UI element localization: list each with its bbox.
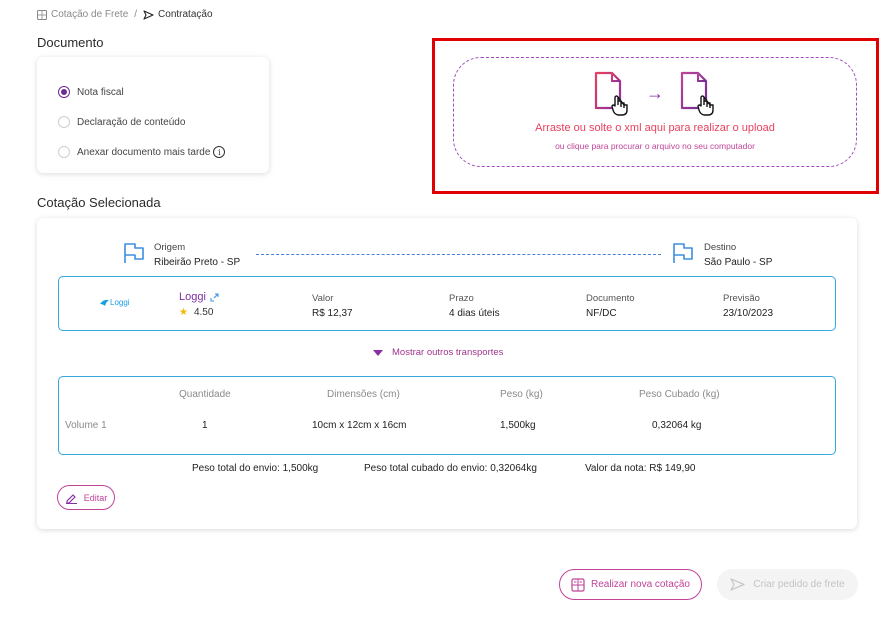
route-destination: Destino São Paulo - SP: [704, 240, 772, 270]
document-type-card: Nota fiscal Declaração de conteúdo Anexa…: [37, 57, 269, 173]
radio-button[interactable]: [58, 116, 70, 128]
send-icon: [730, 578, 746, 591]
star-icon: ★: [179, 307, 188, 318]
destination-flag-icon: [673, 243, 693, 263]
calculator-icon: [37, 9, 47, 20]
expand-icon[interactable]: [210, 293, 219, 302]
radio-label: Anexar documento mais tarde: [77, 146, 211, 158]
carrier-rating: ★ 4.50: [179, 307, 213, 318]
info-icon[interactable]: i: [213, 146, 226, 158]
destination-label: Destino: [704, 242, 737, 253]
volume-dimensions: 10cm x 12cm x 16cm: [312, 420, 407, 431]
new-quote-button[interactable]: Realizar nova cotação: [559, 569, 702, 600]
column-header: Valor: [312, 293, 334, 304]
carrier-name-text: Loggi: [179, 291, 206, 303]
breadcrumb: Cotação de Frete / Contratação: [37, 9, 213, 20]
origin-city: Ribeirão Preto - SP: [154, 257, 241, 268]
loggi-logo-mark: [100, 299, 109, 306]
document-drop-icon: [680, 71, 714, 116]
document-section-title: Documento: [37, 35, 104, 50]
volume-cubed-weight: 0,32064 kg: [652, 420, 702, 431]
carrier-document-column: Documento NF/DC: [586, 291, 635, 321]
radio-button[interactable]: [58, 146, 70, 158]
total-cubed-weight: Peso total cubado do envio: 0,32064kg: [364, 463, 537, 474]
breadcrumb-item-contratacao: Contratação: [143, 9, 213, 20]
total-weight: Peso total do envio: 1,500kg: [192, 463, 319, 474]
volume-weight: 1,500kg: [500, 420, 536, 431]
edit-button[interactable]: Editar: [57, 485, 115, 510]
logo-text: Loggi: [110, 298, 130, 307]
breadcrumb-label: Contratação: [158, 9, 213, 20]
quote-section-title: Cotação Selecionada: [37, 195, 161, 210]
toggle-label: Mostrar outros transportes: [392, 347, 504, 358]
rating-value: 4.50: [193, 307, 214, 318]
carrier-name[interactable]: Loggi: [179, 291, 219, 303]
selected-quote-card: Origem Ribeirão Preto - SP Destino São P…: [37, 218, 857, 529]
radio-label: Nota fiscal: [77, 86, 124, 98]
carrier-value-column: Valor R$ 12,37: [312, 291, 353, 321]
origin-label: Origem: [154, 242, 186, 253]
loggi-logo: Loggi: [100, 298, 130, 307]
radio-option-declaracao[interactable]: Declaração de conteúdo: [58, 107, 269, 137]
xml-upload-dropzone[interactable]: → Arraste ou solte o xml aqui para reali…: [453, 57, 857, 167]
carrier-option[interactable]: Loggi Loggi ★ 4.50 Valor R$ 12,37 Prazo …: [58, 276, 836, 331]
create-order-label: Criar pedido de frete: [753, 579, 845, 590]
edit-label: Editar: [83, 492, 108, 503]
create-order-button[interactable]: Criar pedido de frete: [717, 569, 858, 600]
show-more-transports-toggle[interactable]: Mostrar outros transportes: [373, 347, 503, 358]
invoice-value: Valor da nota: R$ 149,90: [585, 463, 696, 474]
column-value: NF/DC: [586, 308, 617, 319]
column-header: Previsão: [723, 293, 760, 304]
upload-illustration: →: [454, 70, 856, 116]
radio-button-checked[interactable]: [58, 86, 70, 98]
table-header: Peso (kg): [500, 389, 543, 400]
column-header: Prazo: [449, 293, 474, 304]
radio-option-nota-fiscal[interactable]: Nota fiscal: [58, 77, 269, 107]
breadcrumb-item-cotacao[interactable]: Cotação de Frete: [37, 9, 128, 20]
caret-down-icon: [373, 349, 383, 356]
table-header: Peso Cubado (kg): [639, 389, 720, 400]
table-header: Quantidade: [179, 389, 231, 400]
new-quote-label: Realizar nova cotação: [591, 579, 690, 590]
volume-label: Volume 1: [65, 420, 107, 431]
destination-city: São Paulo - SP: [704, 257, 773, 268]
route-dashed-line: [256, 254, 661, 255]
radio-option-anexar-depois[interactable]: Anexar documento mais tarde i: [58, 137, 269, 167]
breadcrumb-label: Cotação de Frete: [51, 9, 129, 20]
column-value: 23/10/2023: [723, 308, 774, 319]
document-drag-icon: [594, 71, 628, 116]
volumes-table: Quantidade Dimensões (cm) Peso (kg) Peso…: [58, 376, 836, 455]
carrier-deadline-column: Prazo 4 dias úteis: [449, 291, 500, 321]
pencil-icon: [65, 493, 77, 504]
upload-main-text: Arraste ou solte o xml aqui para realiza…: [535, 122, 775, 134]
carrier-forecast-column: Previsão 23/10/2023: [723, 291, 773, 321]
column-value: R$ 12,37: [312, 308, 353, 319]
table-header: Dimensões (cm): [327, 389, 400, 400]
calculator-icon: [571, 577, 585, 592]
column-header: Documento: [586, 293, 635, 304]
column-value: 4 dias úteis: [449, 308, 500, 319]
send-icon: [143, 9, 154, 20]
breadcrumb-separator: /: [134, 9, 138, 20]
origin-flag-icon: [124, 243, 144, 263]
radio-label: Declaração de conteúdo: [77, 116, 186, 128]
route-origin: Origem Ribeirão Preto - SP: [154, 240, 240, 270]
arrow-right-icon: →: [646, 82, 664, 103]
volume-quantity: 1: [202, 420, 208, 431]
upload-browse-link[interactable]: ou clique para procurar o arquivo no seu…: [454, 141, 856, 151]
